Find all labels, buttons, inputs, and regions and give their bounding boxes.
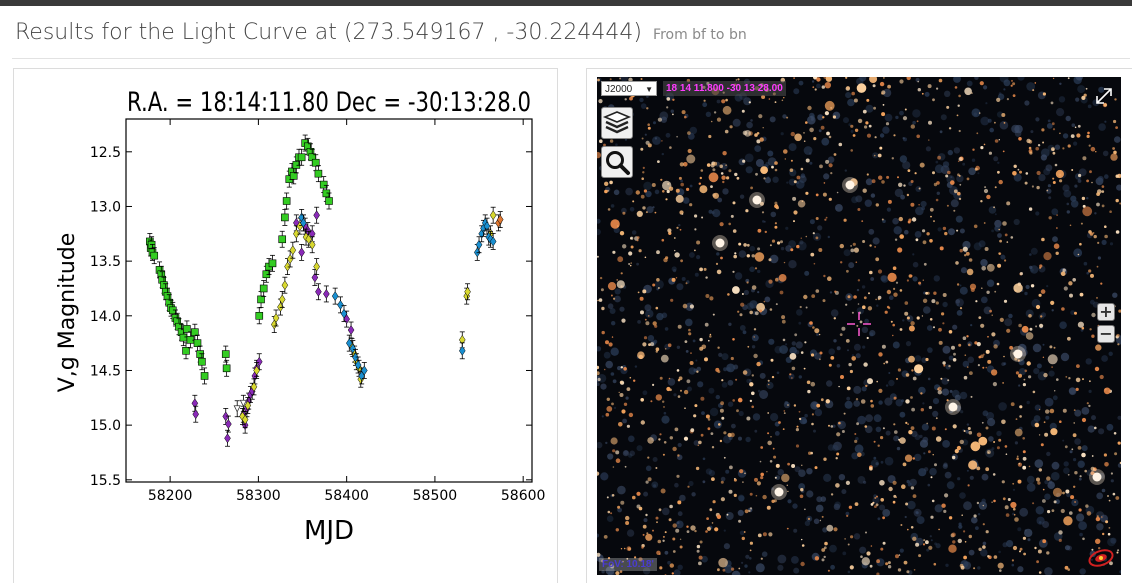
layers-icon <box>602 111 632 134</box>
data-point <box>489 210 497 221</box>
data-point <box>297 153 306 162</box>
sky-viewer[interactable]: J2000 ▼ 18 14 11.800 -30 13 28.00 + − Fo… <box>597 77 1121 575</box>
data-point <box>222 364 231 373</box>
x-tick-label: 58500 <box>413 488 458 504</box>
data-point <box>198 357 206 366</box>
data-point <box>183 325 191 333</box>
x-tick-label: 58400 <box>324 488 369 504</box>
zoom-out-button[interactable]: − <box>1097 325 1115 343</box>
y-tick-label: 12.5 <box>90 145 121 161</box>
top-bar <box>0 0 1132 6</box>
x-tick-label: 58300 <box>236 488 281 504</box>
data-point <box>314 169 323 178</box>
y-axis-label: V,g Magnitude <box>55 233 80 393</box>
light-curve-chart: R.A. = 18:14:11.80 Dec = -30:13:28.0 5820… <box>55 87 546 546</box>
search-button[interactable] <box>601 146 633 178</box>
data-point <box>225 419 232 430</box>
data-point <box>224 433 231 444</box>
data-point <box>281 213 289 222</box>
data-point <box>233 405 241 413</box>
data-point <box>282 197 291 205</box>
x-axis-label: MJD <box>304 516 354 546</box>
data-point <box>289 245 297 256</box>
coordinate-readout: 18 14 11.800 -30 13 28.00 <box>663 81 786 96</box>
y-tick-label: 14.0 <box>90 309 121 325</box>
data-point <box>191 328 199 337</box>
data-point <box>221 350 230 358</box>
data-point <box>325 197 333 205</box>
expand-icon[interactable] <box>1093 85 1115 107</box>
data-point <box>289 172 298 180</box>
sky-image[interactable] <box>597 77 1121 575</box>
y-tick-label: 13.5 <box>90 254 121 270</box>
data-point <box>255 312 264 320</box>
fov-label: FoV: 10.18' <box>599 558 657 571</box>
y-tick-label: 15.5 <box>90 473 121 489</box>
data-point <box>259 284 268 293</box>
data-point <box>278 235 287 244</box>
zoom-in-button[interactable]: + <box>1097 303 1115 321</box>
divider <box>12 58 1130 59</box>
data-point <box>268 259 277 268</box>
light-curve-panel: R.A. = 18:14:11.80 Dec = -30:13:28.0 5820… <box>13 68 558 583</box>
y-tick-label: 13.0 <box>90 199 121 215</box>
plot-frame <box>125 118 533 483</box>
data-point <box>337 299 344 310</box>
data-point <box>150 251 159 260</box>
frame-select[interactable]: J2000 ▼ <box>601 81 657 96</box>
aladin-logo-icon <box>1088 549 1114 567</box>
x-tick-label: 58200 <box>148 488 193 504</box>
data-point <box>200 372 209 380</box>
data-point <box>193 339 202 347</box>
data-point <box>160 281 168 289</box>
x-tick-label: 58600 <box>501 488 546 504</box>
page-title: Results for the Light Curve at (273.5491… <box>15 20 642 45</box>
data-point <box>281 280 289 291</box>
data-point <box>298 247 305 258</box>
data-point <box>182 346 190 355</box>
y-tick-label: 15.0 <box>90 418 121 434</box>
sky-viewer-panel: J2000 ▼ 18 14 11.800 -30 13 28.00 + − Fo… <box>586 68 1132 583</box>
data-point <box>257 295 265 304</box>
target-reticle <box>847 312 871 336</box>
y-tick-label: 14.5 <box>90 363 121 379</box>
data-point <box>323 288 330 299</box>
layers-button[interactable] <box>601 107 633 139</box>
data-point <box>313 210 320 221</box>
chart-title: R.A. = 18:14:11.80 Dec = -30:13:28.0 <box>127 87 531 118</box>
data-point <box>331 291 339 302</box>
star-field <box>597 77 1121 575</box>
search-icon <box>606 151 630 175</box>
chevron-down-icon: ▼ <box>645 85 653 94</box>
page-subtitle: From bf to bn <box>653 27 747 43</box>
frame-select-value: J2000 <box>605 84 633 95</box>
page-heading: Results for the Light Curve at (273.5491… <box>15 20 747 52</box>
data-point <box>311 158 320 167</box>
data-point <box>163 292 172 300</box>
data-point <box>315 286 322 297</box>
data-point <box>179 333 188 342</box>
data-point <box>286 254 294 264</box>
